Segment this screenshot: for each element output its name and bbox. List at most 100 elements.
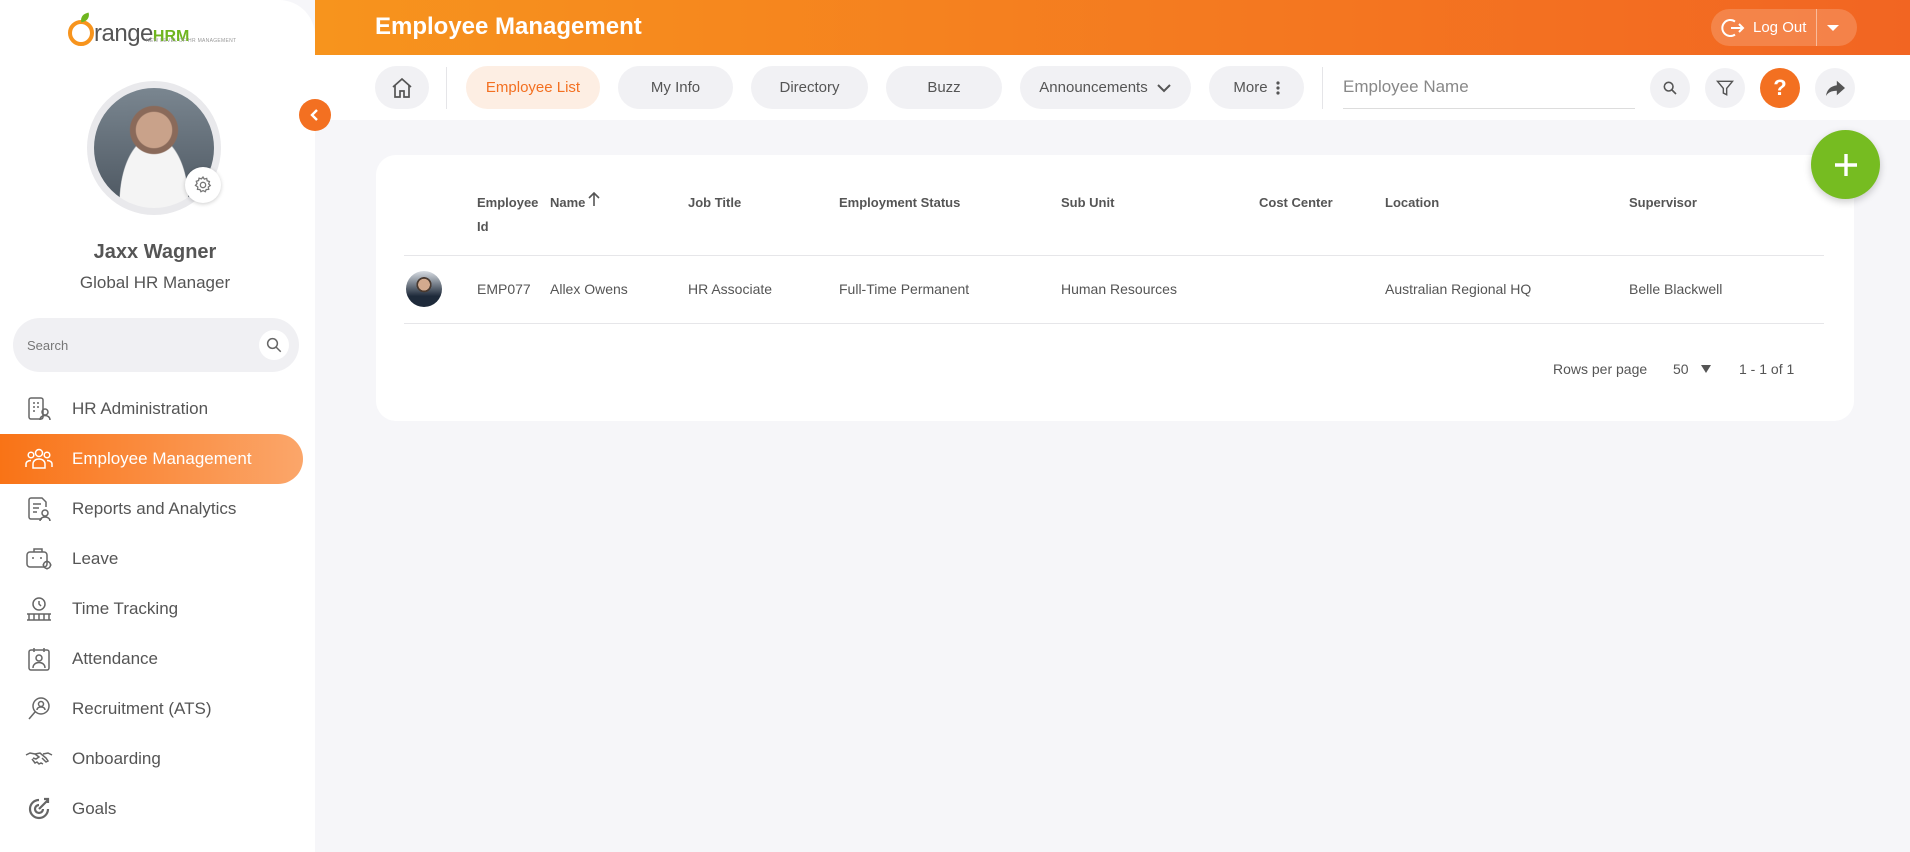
logout-label: Log Out [1753,19,1807,36]
filter-button[interactable] [1705,68,1745,108]
sidebar-item-recruitment[interactable]: Recruitment (ATS) [0,684,315,734]
tab-directory[interactable]: Directory [751,66,868,109]
column-header-cost-center[interactable]: Cost Center [1259,191,1333,215]
page-title: Employee Management [375,13,642,40]
nav-divider [1322,67,1323,109]
sidebar: range HRM NEW LEVEL OF HR MANAGEMENT Jax… [0,0,315,852]
time-tracking-icon [25,595,53,623]
sidebar-item-label: Recruitment (ATS) [72,699,212,718]
chevron-down-icon [1156,83,1171,92]
column-header-employment-status[interactable]: Employment Status [839,191,960,215]
onboarding-icon [25,745,53,773]
cell-name[interactable]: Allex Owens [550,279,628,299]
cell-employment-status: Full-Time Permanent [839,281,970,297]
home-icon [392,77,412,98]
employee-management-icon [25,445,53,473]
caret-down-icon [1700,365,1711,373]
user-name: Jaxx Wagner [93,241,217,263]
cell-sub-unit: Human Resources [1061,281,1177,297]
tab-more[interactable]: More [1209,66,1304,109]
sidebar-item-attendance[interactable]: Attendance [0,634,315,684]
sidebar-item-time-tracking[interactable]: Time Tracking [0,584,315,634]
cell-location: Australian Regional HQ [1385,281,1532,297]
sidebar-search-input[interactable] [27,337,247,353]
sidebar-item-goals[interactable]: Goals [0,784,315,834]
share-button[interactable] [1815,68,1855,108]
user-avatar-frame [87,81,221,215]
cell-job-title: HR Associate [688,281,773,297]
column-header-name-label: Name [550,195,586,210]
recruitment-icon [25,695,53,723]
goals-icon [25,795,53,823]
sidebar-item-label: Goals [72,799,117,818]
profile-settings-button[interactable] [185,167,221,203]
tab-buzz[interactable]: Buzz [886,66,1002,109]
top-bar: Employee Management Log Out [315,0,1910,55]
logout-button[interactable]: Log Out [1711,9,1857,46]
collapse-sidebar-button[interactable] [299,99,331,131]
module-nav-bar: Employee List My Info Directory Buzz Ann… [315,55,1910,120]
column-header-employee-id[interactable]: Employee Id [477,191,547,239]
logout-divider [1816,9,1818,46]
hr-admin-icon [25,395,53,423]
logo-tagline: NEW LEVEL OF HR MANAGEMENT [146,38,237,44]
user-role: Global HR Manager [79,273,231,292]
cell-employee-id: EMP077 [477,281,531,297]
add-employee-button[interactable] [1811,130,1880,199]
sidebar-item-label: Time Tracking [72,599,179,618]
sidebar-search [13,318,299,372]
sidebar-item-label: Employee Management [72,449,252,468]
column-header-location[interactable]: Location [1385,191,1439,215]
search-button[interactable] [1650,68,1690,108]
filter-icon [1715,80,1735,96]
sidebar-item-onboarding[interactable]: Onboarding [0,734,315,784]
column-header-job-title[interactable]: Job Title [688,191,741,215]
sidebar-search-button[interactable] [259,330,289,360]
sidebar-item-hr-administration[interactable]: HR Administration [0,384,315,434]
cell-supervisor: Belle Blackwell [1629,281,1723,297]
employee-name-search [1343,66,1635,109]
employee-list-card: Employee Id Name Job Title Employment St… [376,155,1854,421]
sidebar-item-label: Attendance [72,649,159,668]
column-header-name[interactable]: Name [550,191,601,215]
column-header-supervisor[interactable]: Supervisor [1629,191,1697,215]
sidebar-item-employee-management[interactable]: Employee Management [0,434,303,484]
chevron-down-icon[interactable] [1827,24,1840,31]
orange-logo-icon [68,20,94,46]
rows-per-page-value: 50 [1673,361,1689,377]
sidebar-item-label: Onboarding [72,749,161,768]
sidebar-item-label: Reports and Analytics [72,499,237,518]
sidebar-item-reports-and-analytics[interactable]: Reports and Analytics [0,484,315,534]
employee-name-input[interactable] [1343,66,1635,108]
gear-icon [194,176,212,193]
help-button[interactable]: ? [1760,68,1800,108]
search-icon [1663,81,1677,95]
tab-my-info[interactable]: My Info [618,66,733,109]
chevron-left-icon [310,109,318,121]
rows-per-page-select[interactable]: 50 [1673,361,1711,377]
logo-text: range [94,20,153,47]
sort-ascending-icon[interactable] [587,191,601,207]
reports-icon [25,495,53,523]
home-button[interactable] [375,66,429,109]
search-icon [266,337,282,353]
orangehrm-logo[interactable]: range HRM NEW LEVEL OF HR MANAGEMENT [68,10,236,47]
sidebar-item-leave[interactable]: Leave [0,534,315,584]
sidebar-item-label: HR Administration [72,399,209,418]
rows-per-page-label: Rows per page [1553,361,1648,377]
table-divider [404,323,1824,324]
attendance-icon [25,645,53,673]
column-header-sub-unit[interactable]: Sub Unit [1061,191,1114,215]
tab-announcements[interactable]: Announcements [1020,66,1191,109]
employee-avatar[interactable] [406,271,442,307]
nav-divider [446,67,447,109]
sidebar-menu: HR Administration Employee Management Re… [0,384,315,834]
logout-icon [1721,17,1745,39]
tab-more-label: More [1233,79,1268,96]
share-icon [1825,80,1845,97]
plus-icon [1834,153,1857,176]
more-vertical-icon [1275,80,1280,95]
pagination-range: 1 - 1 of 1 [1739,361,1795,377]
sidebar-item-label: Leave [72,549,119,568]
tab-employee-list[interactable]: Employee List [466,66,600,109]
